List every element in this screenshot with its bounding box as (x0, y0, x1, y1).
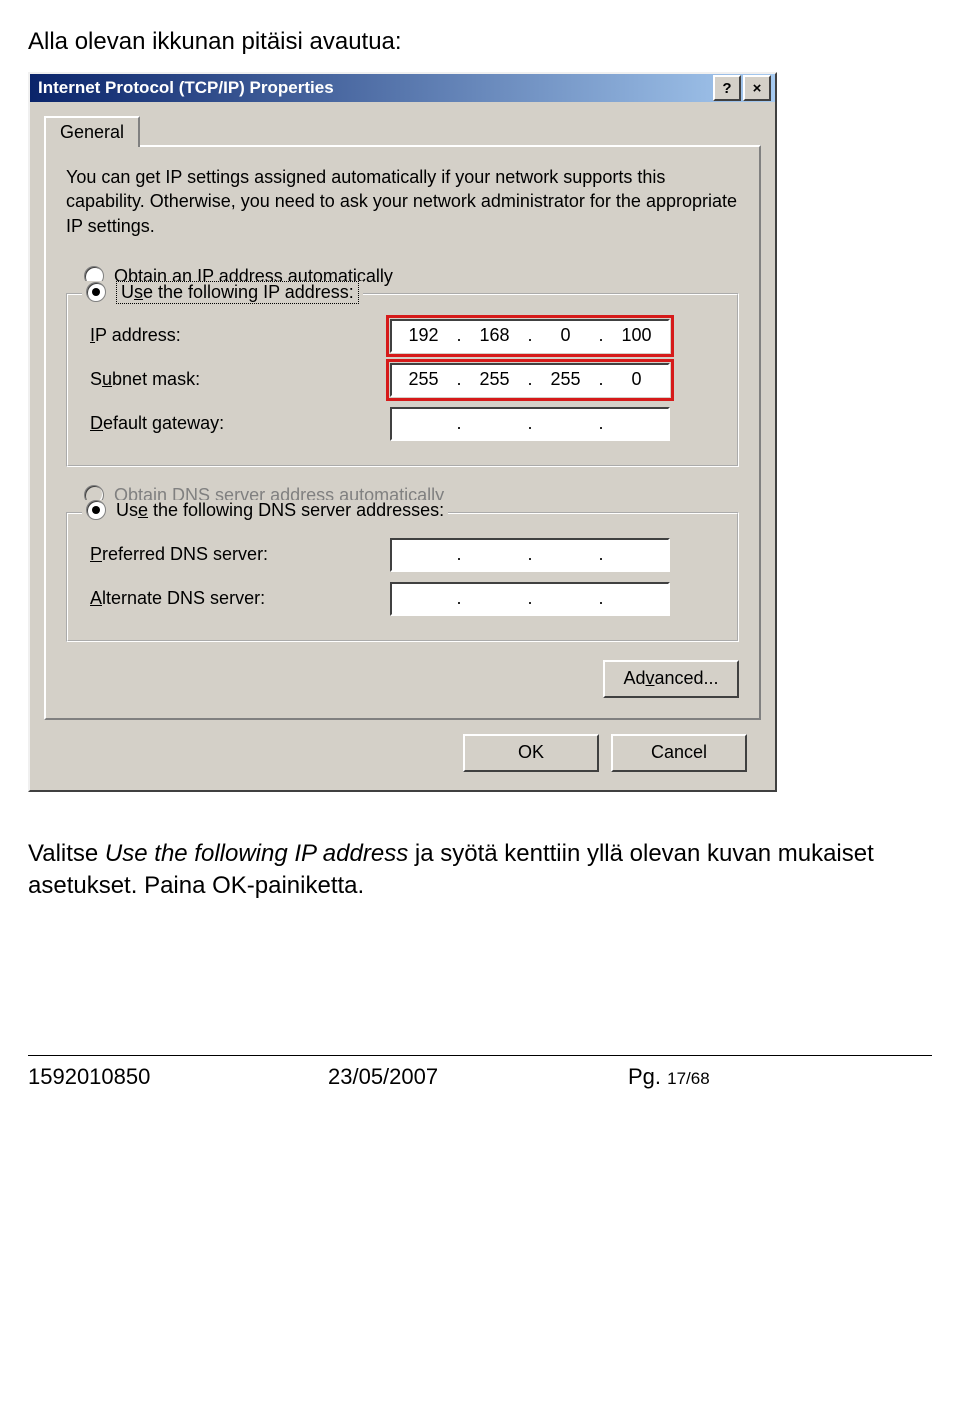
tab-general[interactable]: General (44, 116, 140, 147)
tab-panel-general: You can get IP settings assigned automat… (44, 145, 761, 720)
dialog-buttons: OK Cancel (44, 720, 761, 776)
dns-group: Use the following DNS server addresses: … (66, 512, 739, 642)
window-title: Internet Protocol (TCP/IP) Properties (34, 78, 711, 98)
ip-address-input[interactable]: 192. 168. 0. 100 (390, 319, 670, 353)
default-gateway-input[interactable]: . . . (390, 407, 670, 441)
cancel-button[interactable]: Cancel (611, 734, 747, 772)
radio-icon (86, 500, 106, 520)
help-button[interactable]: ? (713, 75, 741, 101)
radio-use-following-ip[interactable]: Use the following IP address: (86, 281, 359, 304)
default-gateway-label: Default gateway: (90, 413, 390, 434)
page-footer: 1592010850 23/05/2007 Pg. 17/68 (0, 1064, 960, 1114)
preferred-dns-input[interactable]: . . . (390, 538, 670, 572)
alternate-dns-input[interactable]: . . . (390, 582, 670, 616)
radio-use-following-dns[interactable]: Use the following DNS server addresses: (86, 500, 444, 521)
row-subnet-mask: Subnet mask: 255. 255. 255. 0 (90, 363, 721, 397)
close-button[interactable]: × (743, 75, 771, 101)
row-ip-address: IP address: 192. 168. 0. 100 (90, 319, 721, 353)
ip-group: Use the following IP address: IP address… (66, 293, 739, 467)
footer-doc-number: 1592010850 (28, 1064, 328, 1090)
radio-label: Use the following DNS server addresses: (116, 500, 444, 521)
intro-text: Alla olevan ikkunan pitäisi avautua: (28, 28, 932, 56)
ok-button[interactable]: OK (463, 734, 599, 772)
subnet-mask-label: Subnet mask: (90, 369, 390, 390)
tab-strip: General You can get IP settings assigned… (44, 114, 761, 720)
row-default-gateway: Default gateway: . . . (90, 407, 721, 441)
footer-divider (28, 1055, 932, 1056)
footer-page: Pg. 17/68 (628, 1064, 932, 1090)
subnet-mask-input[interactable]: 255. 255. 255. 0 (390, 363, 670, 397)
titlebar: Internet Protocol (TCP/IP) Properties ? … (30, 74, 775, 102)
radio-icon (86, 282, 106, 302)
dialog-body: General You can get IP settings assigned… (30, 102, 775, 790)
footer-date: 23/05/2007 (328, 1064, 628, 1090)
alternate-dns-label: Alternate DNS server: (90, 588, 390, 609)
tcpip-properties-dialog: Internet Protocol (TCP/IP) Properties ? … (28, 72, 777, 792)
row-alternate-dns: Alternate DNS server: . . . (90, 582, 721, 616)
instruction-text: Valitse Use the following IP address ja … (28, 838, 932, 903)
ip-address-label: IP address: (90, 325, 390, 346)
radio-label: Use the following IP address: (116, 281, 359, 304)
row-preferred-dns: Preferred DNS server: . . . (90, 538, 721, 572)
advanced-row: Advanced... (66, 660, 739, 698)
description-text: You can get IP settings assigned automat… (66, 165, 739, 238)
advanced-button[interactable]: Advanced... (603, 660, 739, 698)
preferred-dns-label: Preferred DNS server: (90, 544, 390, 565)
